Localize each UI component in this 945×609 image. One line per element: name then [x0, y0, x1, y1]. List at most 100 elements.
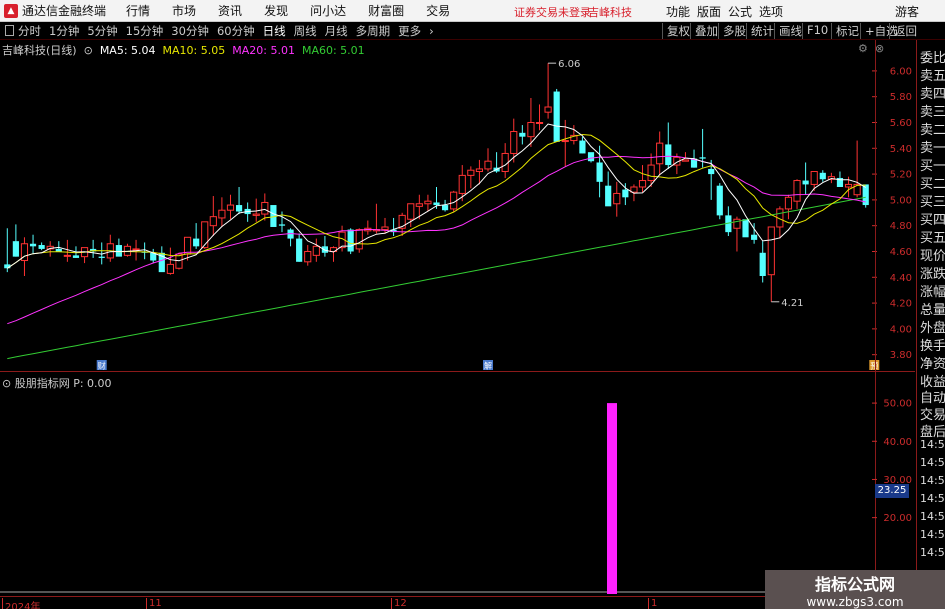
indicator-signal-bar [607, 403, 617, 594]
candle-body [613, 192, 621, 205]
right-panel-label: 卖三 [920, 105, 945, 120]
tool-multi-stock[interactable]: 多股 [718, 23, 746, 39]
candle-body [312, 245, 320, 256]
candle-body [235, 205, 243, 212]
candle-body [321, 246, 328, 253]
candle-body [819, 172, 826, 180]
y-axis-tick-label: 4.00 [890, 324, 912, 335]
period-15min[interactable]: 15分钟 [126, 23, 164, 39]
candle-body [467, 169, 475, 176]
period-more[interactable]: 更多 [398, 23, 421, 39]
right-panel-label: 总量 [920, 303, 945, 318]
candle-body [759, 252, 766, 276]
candle-body [699, 157, 706, 159]
candle-body [535, 121, 544, 124]
y-axis-tick-label: 4.20 [890, 299, 912, 310]
candle-body [381, 226, 389, 231]
y-axis-tick-label: 4.60 [890, 247, 912, 258]
user-guest[interactable]: 游客 [895, 3, 919, 20]
candle-body [355, 229, 363, 250]
indicator-settings-icon[interactable]: ⊙ [2, 377, 15, 390]
menu-bar: ▲ 通达信金融终端 行情 市场 资讯 发现 问小达 财富圈 交易 证券交易未登录… [0, 0, 945, 22]
menu-news[interactable]: 资讯 [218, 2, 242, 19]
candle-body [347, 229, 354, 252]
period-weekly[interactable]: 周线 [294, 23, 317, 39]
period-30min[interactable]: 30分钟 [171, 23, 209, 39]
right-panel-label: 买二 [920, 177, 945, 192]
tool-stats[interactable]: 统计 [746, 23, 774, 39]
right-panel-label: 卖四 [920, 87, 945, 102]
main-chart-header: 吉峰科技(日线) ⊙ MA5: 5.04 MA10: 5.05 MA20: 5.… [2, 42, 365, 58]
settings-circle-icon[interactable]: ⊙ [80, 44, 96, 57]
right-panel-label: 14:56 [920, 510, 945, 523]
right-panel-label: 卖五 [920, 69, 945, 84]
candle-body [218, 209, 226, 219]
candle-body [681, 159, 690, 162]
candle-body [29, 243, 37, 247]
candle-body [656, 142, 664, 165]
menu-formula[interactable]: 公式 [728, 3, 752, 20]
kline-chart[interactable]: 6.00 5.80 5.60 5.40 5.20 5.00 4.80 4.60 4.40 4.20… [0, 40, 915, 370]
chart-close-icon[interactable]: ⊗ [875, 42, 884, 55]
chevron-right-icon[interactable]: › [429, 24, 434, 38]
low-price-marker: 4.21 [781, 298, 803, 309]
candle-body [415, 203, 423, 207]
candle-body [484, 160, 492, 170]
candle-body [72, 255, 80, 258]
trade-login-status[interactable]: 证券交易未登录 [514, 4, 591, 20]
candle-body [201, 221, 209, 249]
event-tag-label: 解 [484, 361, 492, 371]
candle-body [553, 91, 560, 142]
candle-body [579, 140, 586, 154]
current-stock-name: 吉峰科技 [588, 6, 632, 19]
candle-body [751, 234, 758, 240]
tool-back[interactable]: 返回 [889, 23, 917, 39]
tool-overlay[interactable]: 叠加 [690, 23, 718, 39]
period-monthly[interactable]: 月线 [325, 23, 348, 39]
tool-f10[interactable]: F10 [802, 23, 828, 39]
period-60min[interactable]: 60分钟 [217, 23, 255, 39]
right-panel-label: 14:56 [920, 438, 945, 451]
menu-discover[interactable]: 发现 [264, 2, 288, 19]
candle-body [183, 236, 192, 255]
tool-adjust[interactable]: 复权 [662, 23, 690, 39]
menu-options[interactable]: 选项 [759, 3, 783, 20]
indicator-chart[interactable]: 50.0040.0030.0020.00 [0, 372, 915, 596]
menu-trade[interactable]: 交易 [426, 2, 450, 19]
menu-function[interactable]: 功能 [666, 3, 690, 20]
menu-quotes[interactable]: 行情 [126, 2, 150, 19]
y-axis-tick-label: 5.00 [890, 195, 912, 206]
y-axis-tick-label: 5.80 [890, 92, 912, 103]
document-icon[interactable] [5, 25, 14, 36]
candle-body [767, 226, 775, 276]
menu-wealth[interactable]: 财富圈 [368, 2, 404, 19]
period-multi[interactable]: 多周期 [356, 23, 391, 39]
y-axis-tick-label: 4.80 [890, 221, 912, 232]
candle-body [12, 241, 19, 257]
right-panel-label: 14:56 [920, 528, 945, 541]
menu-market[interactable]: 市场 [172, 2, 196, 19]
right-panel-label: 卖一 [920, 141, 945, 156]
time-axis-label: 11 [146, 598, 162, 609]
menu-layout[interactable]: 版面 [697, 3, 721, 20]
candle-body [441, 205, 449, 211]
candle-body [544, 106, 552, 113]
period-timeshare[interactable]: 分时 [18, 23, 41, 39]
period-daily[interactable]: 日线 [263, 23, 286, 39]
right-panel-label: 买一 [920, 159, 945, 174]
ma60-label: MA60: 5.01 [301, 44, 365, 57]
tool-mark[interactable]: 标记 [831, 23, 859, 39]
tool-draw[interactable]: 画线 [774, 23, 802, 39]
chart-settings-icon[interactable]: ⚙ [858, 42, 868, 55]
indicator-tick-label: 20.00 [883, 513, 912, 524]
menu-ask[interactable]: 问小达 [310, 2, 346, 19]
period-5min[interactable]: 5分钟 [87, 23, 117, 39]
right-panel-label: 委比 [920, 51, 945, 66]
right-panel-label: 涨跌 [920, 267, 945, 282]
candle-body [55, 248, 62, 252]
period-1min[interactable]: 1分钟 [49, 23, 79, 39]
time-axis-label: 12 [391, 598, 407, 609]
ma5-label: MA5: 5.04 [99, 44, 156, 57]
candle-body [793, 180, 801, 202]
candle-body [38, 245, 45, 249]
